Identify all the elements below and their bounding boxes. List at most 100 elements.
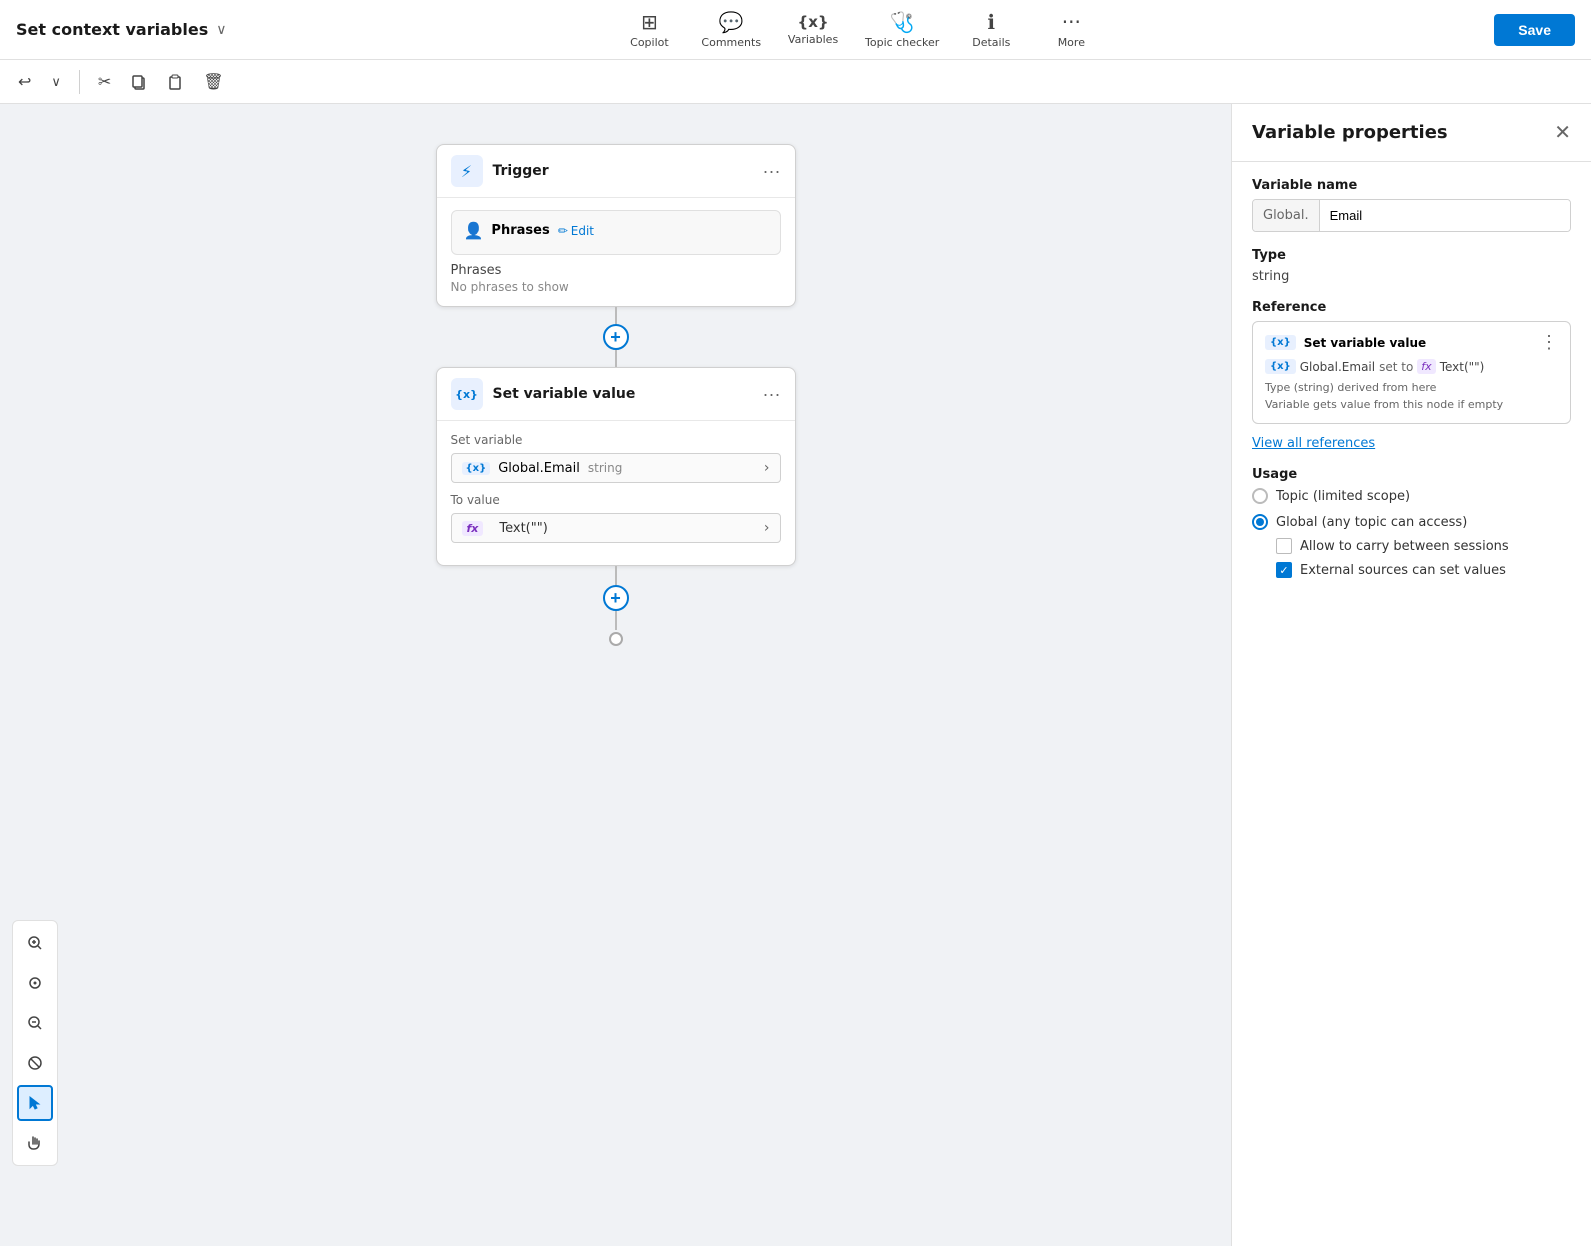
hand-icon (27, 1135, 43, 1151)
radio-topic-label: Topic (limited scope) (1276, 489, 1410, 504)
radio-topic-circle (1252, 488, 1268, 504)
trigger-node-title: Trigger (493, 163, 549, 179)
fx-field-chevron-icon: › (764, 520, 770, 536)
view-refs-container: View all references (1252, 432, 1571, 451)
variable-field-chevron-icon: › (764, 460, 770, 476)
phrases-section: 👤 Phrases ✏ Edit (451, 210, 781, 255)
paste-icon (167, 74, 183, 90)
page-title: Set context variables (16, 20, 208, 39)
zoom-in-icon (27, 935, 43, 951)
add-node-button-1[interactable]: + (603, 324, 629, 350)
trigger-icon: ⚡ (451, 155, 483, 187)
zoom-out-button[interactable] (17, 1005, 53, 1041)
nav-topic-checker[interactable]: 🩺 Topic checker (865, 10, 939, 49)
copilot-icon: ⊞ (641, 10, 658, 34)
flow-container: ⚡ Trigger ··· 👤 Phrases ✏ Edit (436, 104, 796, 646)
toolbar-divider-1 (79, 70, 80, 94)
view-all-references-link[interactable]: View all references (1252, 436, 1375, 451)
phrases-edit-link[interactable]: ✏ Edit (558, 224, 594, 238)
undo-button[interactable]: ↩ (12, 68, 37, 96)
phrases-body: Phrases No phrases to show (451, 263, 781, 294)
to-value-label: To value (451, 493, 781, 507)
copy-icon (131, 74, 147, 90)
checkbox-external-sources[interactable]: External sources can set values (1276, 562, 1571, 578)
fx-field[interactable]: fx Text("") › (451, 513, 781, 543)
trigger-node-header: ⚡ Trigger ··· (437, 145, 795, 198)
connector-line-2b (615, 611, 617, 630)
main-area: ⚡ Trigger ··· 👤 Phrases ✏ Edit (0, 104, 1591, 1246)
trigger-node-body: 👤 Phrases ✏ Edit Phrases No phrases to s… (437, 198, 795, 306)
connector-2: + (603, 566, 629, 646)
set-variable-label: Set variable (451, 433, 781, 447)
pointer-icon (27, 1095, 43, 1111)
nav-copilot[interactable]: ⊞ Copilot (621, 10, 677, 49)
var-name-label: Variable name (1252, 178, 1571, 193)
redo-button[interactable]: ∨ (45, 70, 67, 94)
nav-more-label: More (1058, 36, 1085, 49)
nav-more[interactable]: ··· More (1043, 10, 1099, 49)
radio-global-label: Global (any topic can access) (1276, 515, 1467, 530)
var-name-input[interactable] (1320, 200, 1570, 231)
canvas[interactable]: ⚡ Trigger ··· 👤 Phrases ✏ Edit (0, 104, 1231, 1246)
checkbox-group: Allow to carry between sessions External… (1276, 538, 1571, 578)
checkbox-external-label: External sources can set values (1300, 563, 1506, 578)
variable-field-inner: {x} Global.Email string (462, 461, 623, 476)
delete-button[interactable]: 🗑 (197, 68, 229, 96)
cut-button[interactable]: ✂ (92, 68, 117, 96)
trigger-node-more-button[interactable]: ··· (763, 161, 781, 182)
nav-comments[interactable]: 💬 Comments (701, 10, 761, 49)
reference-detail: {x} Global.Email set to fx Text("") (1265, 359, 1558, 374)
reference-section: Reference {x} Set variable value ⋮ {x} G… (1252, 300, 1571, 451)
checkbox-carry-box (1276, 538, 1292, 554)
no-fit-button[interactable] (17, 1045, 53, 1081)
connector-line-1 (615, 307, 617, 324)
chevron-down-icon[interactable]: ∨ (216, 22, 226, 38)
radio-topic-limited[interactable]: Topic (limited scope) (1252, 488, 1571, 504)
checkbox-carry-sessions[interactable]: Allow to carry between sessions (1276, 538, 1571, 554)
variable-node: {x} Set variable value ··· Set variable … (436, 367, 796, 566)
panel-close-button[interactable]: ✕ (1554, 120, 1571, 145)
paste-button[interactable] (161, 70, 189, 94)
ref-more-button[interactable]: ⋮ (1540, 332, 1558, 353)
ref-set-to: set to (1379, 360, 1413, 374)
topbar: Set context variables ∨ ⊞ Copilot 💬 Comm… (0, 0, 1591, 60)
nav-variables-label: Variables (788, 33, 838, 46)
fx-badge: fx (462, 521, 484, 536)
nav-variables[interactable]: {x} Variables (785, 13, 841, 46)
fx-value: Text("") (499, 521, 547, 536)
variable-name-section: Variable name Global. (1252, 178, 1571, 232)
save-button[interactable]: Save (1494, 14, 1575, 46)
hand-button[interactable] (17, 1125, 53, 1161)
usage-section: Usage Topic (limited scope) Global (any … (1252, 467, 1571, 578)
center-button[interactable] (17, 965, 53, 1001)
variable-type: string (588, 461, 622, 475)
reference-row: {x} Set variable value ⋮ (1265, 332, 1558, 353)
connector-line-2 (615, 566, 617, 585)
nav-details[interactable]: ℹ Details (963, 10, 1019, 49)
no-fit-icon (27, 1055, 43, 1071)
variable-field[interactable]: {x} Global.Email string › (451, 453, 781, 483)
panel-header: Variable properties ✕ (1232, 104, 1591, 162)
fx-field-inner: fx Text("") (462, 521, 548, 536)
topbar-right: Save (1494, 14, 1575, 46)
connector-line-1b (615, 350, 617, 367)
copy-button[interactable] (125, 70, 153, 94)
zoom-in-button[interactable] (17, 925, 53, 961)
topic-checker-icon: 🩺 (890, 10, 915, 34)
variable-node-title: Set variable value (493, 386, 636, 402)
radio-global[interactable]: Global (any topic can access) (1252, 514, 1571, 530)
ref-fx-value: Text("") (1440, 360, 1485, 374)
checkbox-carry-label: Allow to carry between sessions (1300, 539, 1509, 554)
nav-topic-checker-label: Topic checker (865, 36, 939, 49)
pointer-button[interactable] (17, 1085, 53, 1121)
nav-copilot-label: Copilot (630, 36, 669, 49)
comments-icon: 💬 (719, 10, 744, 34)
trigger-node-header-left: ⚡ Trigger (451, 155, 549, 187)
ref-fx-badge: fx (1417, 359, 1435, 374)
variable-node-more-button[interactable]: ··· (763, 384, 781, 405)
add-node-button-2[interactable]: + (603, 585, 629, 611)
phrases-person-icon: 👤 (464, 221, 484, 240)
type-value: string (1252, 269, 1571, 284)
radio-global-circle (1252, 514, 1268, 530)
var-name-prefix: Global. (1253, 200, 1320, 231)
